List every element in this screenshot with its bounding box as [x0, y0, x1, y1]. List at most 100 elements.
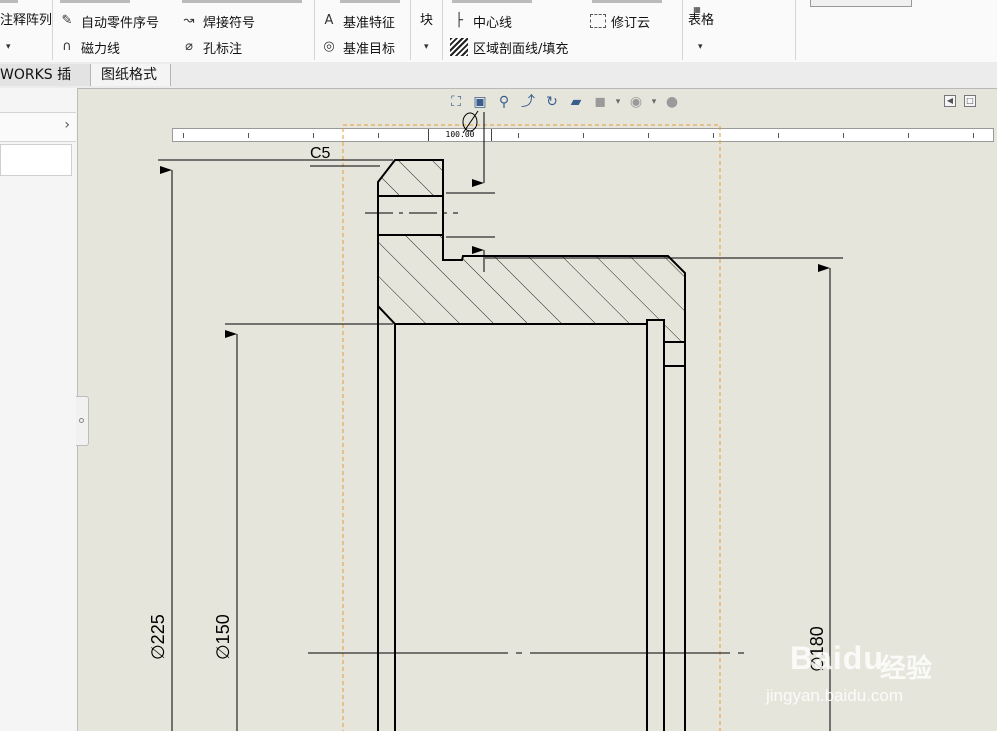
ruler-tick: [583, 133, 584, 138]
ruler-tick: [378, 133, 379, 138]
centerline-button[interactable]: ├ 中心线: [450, 11, 512, 31]
auto-balloon-label: 自动零件序号: [81, 15, 160, 31]
ruler-tick: [248, 133, 249, 138]
ribbon-separator: [682, 0, 683, 60]
panel-collapse-handle[interactable]: [76, 396, 89, 446]
ribbon-toolbar: 注释阵列 ▾ ✎ 自动零件序号 ∩ 磁力线 ↝ 焊接符号 ⌀ 孔标注 A 基准特…: [0, 0, 997, 63]
weld-symbol-label: 焊接符号: [203, 15, 256, 31]
cropped-item-fragment: [0, 0, 18, 3]
ruler-tick: [908, 133, 909, 138]
revision-cloud-label: 修订云: [611, 15, 651, 31]
zoom-in-out-icon[interactable]: ⚲: [494, 92, 514, 112]
ribbon-separator: [442, 0, 443, 60]
watermark-url: jingyan.baidu.com: [766, 686, 904, 705]
tab-solidworks-addins[interactable]: WORKS 插件: [0, 64, 91, 105]
ruler-tick: [648, 133, 649, 138]
view-boundary: [342, 124, 721, 731]
dimension-lines: [160, 112, 831, 731]
area-hatch-label: 区域剖面线/填充: [473, 41, 569, 57]
feature-manager-panel: ›: [0, 88, 78, 731]
ribbon-separator: [314, 0, 315, 60]
datum-target-icon: ◎: [323, 39, 335, 54]
ruler-tick: [313, 133, 314, 138]
datum-feature-icon: A: [324, 13, 334, 28]
centerline-icon: ├: [455, 13, 463, 28]
weld-symbol-icon: ↝: [183, 13, 195, 28]
chamfer-dim-text[interactable]: C5: [310, 145, 331, 162]
ruler-tick: [518, 133, 519, 138]
hole-callout-label: 孔标注: [203, 41, 243, 57]
chevron-down-icon[interactable]: ▾: [614, 92, 622, 112]
tab-sheet-format[interactable]: 图纸格式: [91, 64, 171, 86]
section-hatch: [377, 159, 686, 343]
watermark-brand: Baidu: [790, 640, 884, 676]
auto-balloon-icon: ✎: [61, 13, 73, 28]
revision-cloud-icon: [590, 14, 606, 28]
display-style-icon[interactable]: ◼: [590, 92, 610, 112]
extension-lines: [158, 159, 843, 325]
magnetic-line-button[interactable]: ∩ 磁力线: [58, 37, 120, 57]
chevron-down-icon[interactable]: ▾: [650, 92, 658, 112]
revision-cloud-button[interactable]: 修订云: [590, 11, 650, 31]
dim-225-text[interactable]: ∅225: [148, 614, 168, 660]
pattern-annotation-label: 注释阵列: [0, 12, 53, 28]
block-dropdown[interactable]: ▾: [424, 42, 429, 52]
area-hatch-button[interactable]: 区域剖面线/填充: [450, 37, 568, 57]
magnetic-line-label: 磁力线: [81, 41, 121, 57]
zoom-to-fit-icon[interactable]: ⛶: [446, 92, 466, 112]
ruler-tick: [183, 133, 184, 138]
datum-feature-button[interactable]: A 基准特征: [320, 11, 395, 31]
watermark: Baidu 经验 jingyan.baidu.com: [760, 620, 960, 720]
cropped-ribbon-field: [810, 0, 912, 7]
ruler-tick: [713, 133, 714, 138]
dim-150-text[interactable]: ∅150: [213, 614, 233, 660]
datum-target-button[interactable]: ◎ 基准目标: [320, 37, 395, 57]
datum-target-label: 基准目标: [343, 41, 396, 57]
view-orientation-icon[interactable]: ▰: [566, 92, 586, 112]
view-window-controls: ◀ □: [944, 95, 976, 107]
dimension-texts: C5 ∅225 ∅150 ∅180: [148, 145, 827, 672]
ribbon-separator: [795, 0, 796, 60]
hole-callout-button[interactable]: ⌀ 孔标注: [180, 37, 242, 57]
tab-bar: WORKS 插件 图纸格式 100.00: [0, 62, 997, 142]
table-dropdown[interactable]: ▾: [698, 42, 703, 52]
centerlines: [308, 212, 748, 654]
horizontal-ruler: 100.00: [172, 128, 994, 142]
weld-symbol-button[interactable]: ↝ 焊接符号: [180, 11, 255, 31]
chevron-right-icon[interactable]: ›: [64, 117, 70, 133]
watermark-suffix: 经验: [880, 654, 933, 684]
hole-callout-icon: ⌀: [185, 39, 193, 54]
ribbon-separator: [52, 0, 53, 60]
heads-up-view-toolbar: ⛶ ▣ ⚲ ⤴ ↻ ▰ ◼ ▾ ◉ ▾ ●: [446, 92, 682, 112]
appearance-icon[interactable]: ●: [662, 92, 682, 112]
magnet-icon: ∩: [62, 39, 72, 54]
ruler-tick: [973, 133, 974, 138]
area-hatch-icon: [450, 38, 468, 56]
auto-balloon-button[interactable]: ✎ 自动零件序号: [58, 11, 159, 31]
centerline-label: 中心线: [473, 15, 513, 31]
previous-view-icon[interactable]: ⤴: [518, 92, 538, 112]
maximize-window-icon[interactable]: □: [964, 95, 976, 107]
panel-expand-row[interactable]: ›: [0, 112, 76, 142]
ruler-tick: [843, 133, 844, 138]
rotate-icon[interactable]: ↻: [542, 92, 562, 112]
zoom-area-icon[interactable]: ▣: [470, 92, 490, 112]
block-button[interactable]: 块: [420, 8, 433, 28]
cropped-item-fragment: [60, 0, 130, 3]
datum-feature-label: 基准特征: [343, 15, 396, 31]
ruler-tick: [778, 133, 779, 138]
cropped-item-fragment: [182, 0, 302, 3]
part-outline: [377, 182, 686, 731]
block-label: 块: [420, 12, 434, 28]
table-button[interactable]: 表格: [688, 8, 714, 28]
cropped-item-fragment: [592, 0, 662, 3]
cropped-item-fragment: [340, 0, 400, 3]
cropped-item-fragment: [452, 0, 532, 3]
hide-show-icon[interactable]: ◉: [626, 92, 646, 112]
panel-filter-box[interactable]: [0, 144, 72, 176]
restore-window-icon[interactable]: ◀: [944, 95, 956, 107]
table-label: 表格: [688, 12, 715, 28]
ribbon-separator: [410, 0, 411, 60]
pattern-annotation-button[interactable]: 注释阵列: [0, 8, 52, 28]
pattern-annotation-dropdown[interactable]: ▾: [6, 42, 11, 52]
